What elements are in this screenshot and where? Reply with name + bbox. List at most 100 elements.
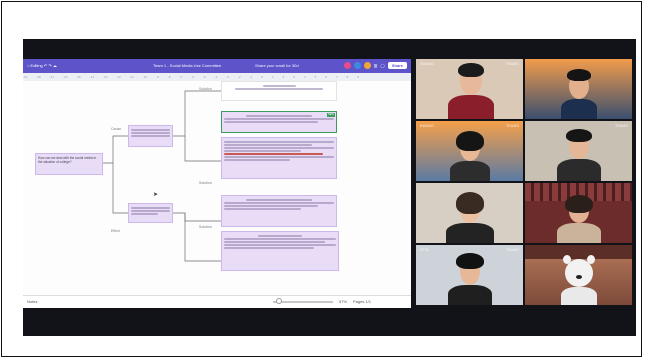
background-wall <box>525 245 632 259</box>
text-line <box>224 205 318 207</box>
zoom-slider-handle[interactable] <box>276 298 282 304</box>
avatar-ear <box>563 255 571 264</box>
branch-label: Cause <box>111 127 122 131</box>
text-line <box>224 244 336 246</box>
participant-body <box>557 159 601 181</box>
text-line <box>131 129 170 131</box>
ruler-tick: -10 <box>142 75 148 79</box>
branch-label: Solution <box>199 181 212 185</box>
participant-hair <box>566 129 592 142</box>
collaborator-avatar[interactable] <box>353 62 361 69</box>
text-line <box>257 235 303 237</box>
participant-tile[interactable]: STIN TEAMS <box>416 245 523 305</box>
document-title[interactable]: Team 1 - Social Media Use Committee <box>153 63 221 68</box>
solution-node[interactable] <box>221 231 339 271</box>
redo-icon[interactable]: ↷ <box>48 63 51 68</box>
chart-icon[interactable]: ▥ <box>374 63 378 68</box>
ruler-tick: -6 <box>191 75 194 79</box>
effect-node[interactable] <box>221 137 337 179</box>
text-line <box>131 135 170 137</box>
screenshot-frame: ⌂ Editing ↶ ↷ ☁ Team 1 - Social Media Us… <box>1 1 642 357</box>
avatar-ear <box>587 255 595 264</box>
participant-body <box>446 223 494 243</box>
ruler-tick: -14 <box>89 75 95 79</box>
text-line <box>224 159 290 161</box>
participant-body <box>448 285 492 305</box>
participant-hair <box>456 253 484 269</box>
ruler-tick: -8 <box>167 75 171 79</box>
cloud-icon: ☁ <box>52 63 57 68</box>
notes-button[interactable]: Notes <box>27 299 37 304</box>
ruler-tick: -15 <box>76 75 81 79</box>
participant-body <box>448 95 494 119</box>
solution-node[interactable] <box>221 81 337 101</box>
ruler-tick: 7 <box>335 75 338 79</box>
participant-body <box>450 161 490 181</box>
page-indicator[interactable]: Pages 1/1 <box>353 299 371 304</box>
text-line <box>131 210 170 212</box>
participant-body <box>561 99 597 119</box>
ruler-tick: 2 <box>282 75 285 79</box>
cause-node[interactable] <box>128 125 173 147</box>
text-line <box>224 208 301 210</box>
zoom-level[interactable]: 57% <box>339 299 347 304</box>
participant-hair <box>456 192 484 214</box>
ruler-tick: -9 <box>156 75 159 79</box>
ruler-tick: -12 <box>116 75 121 79</box>
solution-node[interactable] <box>221 195 337 227</box>
collaborator-avatar[interactable] <box>343 62 351 69</box>
text-line <box>224 121 318 123</box>
undo-icon[interactable]: ↶ <box>44 63 47 68</box>
ruler-tick: 5 <box>314 75 317 79</box>
text-line <box>131 207 170 209</box>
participant-hair <box>458 63 484 77</box>
text-line-highlighted <box>224 153 323 155</box>
ruler-tick: -2 <box>237 75 241 79</box>
text-line <box>224 150 301 152</box>
ruler-tick: -19 <box>23 75 28 79</box>
ruler-tick: -16 <box>63 75 68 79</box>
root-node[interactable]: How can we deal with the social media in… <box>35 153 103 175</box>
participant-hair <box>565 195 593 213</box>
text-line <box>235 88 323 90</box>
participant-tile[interactable]: TEAMS <box>525 121 632 181</box>
watermark: TEAMS <box>505 124 519 128</box>
participant-tile[interactable] <box>525 59 632 119</box>
text-line <box>224 202 334 204</box>
ruler-tick: 9 <box>357 75 359 79</box>
participant-tile[interactable] <box>525 183 632 243</box>
participant-tile[interactable] <box>525 245 632 305</box>
avatar-body <box>561 287 597 305</box>
share-button[interactable]: Share <box>387 62 407 69</box>
comment-icon[interactable]: ◯ <box>380 63 384 68</box>
canvas-toolbar: ⌂ Editing ↶ ↷ ☁ Team 1 - Social Media Us… <box>23 59 411 73</box>
ruler-tick: -1 <box>249 75 253 79</box>
zoom-slider[interactable] <box>273 301 333 303</box>
participant-tile[interactable]: KWANG TEAMS <box>416 121 523 181</box>
mindmap-canvas[interactable]: Solution Cause Solution Solution Effect … <box>23 81 411 295</box>
effect-branch-node[interactable] <box>128 203 173 223</box>
collaborator-avatar[interactable] <box>363 62 371 69</box>
ruler-tick: -5 <box>202 75 206 79</box>
participant-hair <box>567 69 591 81</box>
text-line <box>224 241 325 243</box>
text-line <box>131 132 170 134</box>
watermark: KWANG <box>420 124 435 128</box>
ruler-tick: 0 <box>261 75 263 79</box>
toolbar-right: ▥ ◯ Share <box>343 62 407 69</box>
watermark: TEAMS <box>505 62 519 66</box>
ruler-tick: -13 <box>103 75 108 79</box>
participant-hair <box>456 131 484 151</box>
participant-tile[interactable]: KWANG TEAMS <box>416 59 523 119</box>
menu-label[interactable]: Editing <box>31 63 43 68</box>
text-line <box>224 141 334 143</box>
toolbar-left: ⌂ Editing ↶ ↷ ☁ <box>27 63 57 68</box>
solution-node-highlighted[interactable]: NEW <box>221 111 337 133</box>
participant-body <box>557 223 601 243</box>
participant-tile[interactable] <box>416 183 523 243</box>
text-line <box>246 115 312 117</box>
avatar-nose <box>576 275 582 279</box>
branch-label: Solution <box>199 225 212 229</box>
ruler-tick: 6 <box>325 75 327 79</box>
mouse-cursor-icon: ➤ <box>153 192 159 198</box>
